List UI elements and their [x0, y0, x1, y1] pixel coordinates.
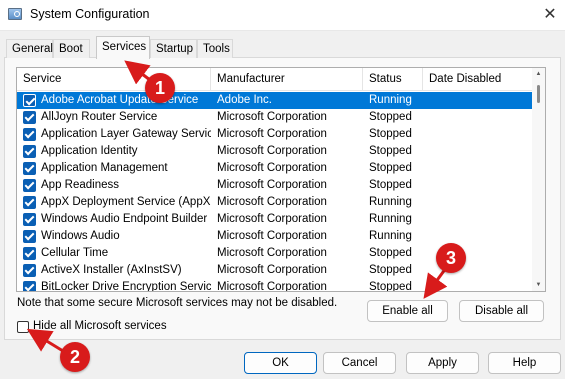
arrow-2 [26, 328, 64, 353]
annotation-badge-1: 1 [145, 73, 175, 103]
arrow-1 [124, 60, 151, 85]
annotation-arrows [26, 60, 448, 353]
arrow-3 [423, 267, 448, 299]
annotation-badge-2: 2 [60, 342, 90, 372]
annotation-badge-3: 3 [436, 243, 466, 273]
